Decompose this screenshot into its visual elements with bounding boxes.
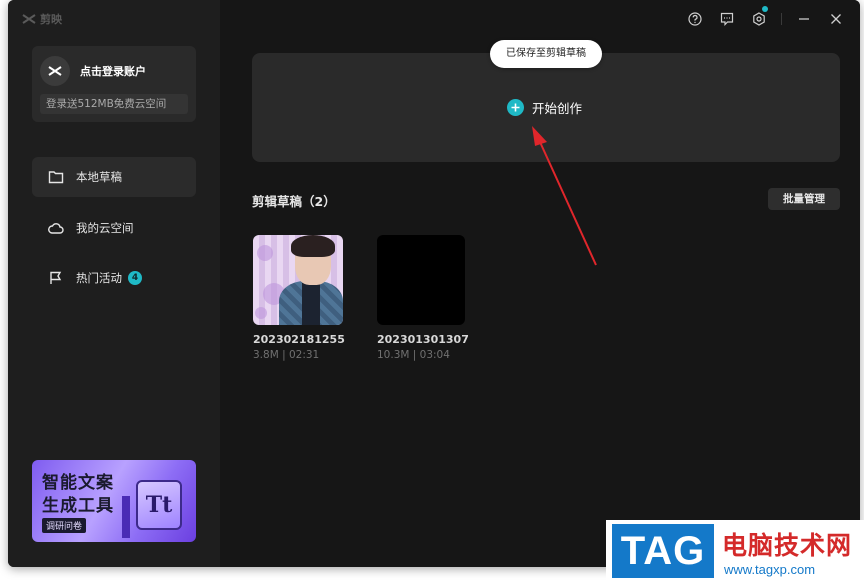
close-button[interactable] [820, 0, 852, 38]
batch-manage-button[interactable]: 批量管理 [768, 188, 840, 210]
minimize-button[interactable] [788, 0, 820, 38]
thumb-person-hair [291, 235, 335, 257]
main-panel: 开始创作 已保存至剪辑草稿 剪辑草稿（2） 批量管理 202302181255 … [220, 0, 860, 567]
draft-card[interactable]: 202302181255 3.8M | 02:31 [253, 235, 353, 361]
hot-events-badge: 4 [128, 271, 142, 285]
promo-line1: 智能文案 [42, 473, 114, 493]
settings-button[interactable] [743, 0, 775, 38]
help-icon [688, 12, 702, 26]
site-watermark: TAG 电脑技术网 www.tagxp.com [606, 520, 864, 582]
capcut-avatar-icon [48, 66, 62, 76]
plus-icon [507, 99, 524, 116]
watermark-url: www.tagxp.com [724, 562, 816, 577]
text-tool-icon: Tt [136, 480, 182, 530]
draft-thumbnail[interactable] [253, 235, 343, 325]
capcut-logo-icon [22, 14, 36, 24]
window-controls-divider [781, 13, 782, 25]
account-card[interactable]: 点击登录账户 登录送512MB免费云空间 [32, 46, 196, 122]
feedback-icon [720, 12, 734, 26]
window-controls [679, 0, 860, 38]
close-icon [831, 14, 841, 24]
promo-decor-bar [122, 496, 130, 538]
promo-banner[interactable]: 智能文案 生成工具 调研问卷 Tt [32, 460, 196, 542]
draft-name: 202302181255 [253, 333, 345, 346]
cloud-promo-button[interactable]: 登录送512MB免费云空间 [40, 94, 188, 114]
flag-icon [50, 271, 62, 284]
promo-line2: 生成工具 [42, 496, 114, 516]
draft-name: 202301301307 [377, 333, 469, 346]
brand-logo: 剪映 [22, 11, 62, 27]
start-creation-button[interactable]: 开始创作 [507, 98, 582, 117]
watermark-tag-logo: TAG [612, 524, 714, 578]
settings-notification-dot [762, 6, 768, 12]
watermark-site-name: 电脑技术网 [722, 531, 853, 560]
draft-thumbnail[interactable] [377, 235, 465, 325]
drafts-section-title: 剪辑草稿（2） [252, 194, 336, 209]
avatar[interactable] [40, 56, 70, 86]
thumb-decor [255, 307, 267, 319]
nav-local-drafts[interactable]: 本地草稿 [32, 157, 196, 197]
draft-meta: 3.8M | 02:31 [253, 349, 320, 361]
draft-meta: 10.3M | 03:04 [377, 349, 450, 361]
cloud-icon [48, 223, 64, 234]
nav-my-cloud[interactable]: 我的云空间 [32, 208, 196, 248]
login-account-link[interactable]: 点击登录账户 [80, 63, 146, 79]
nav-hot-events-label: 热门活动 [76, 271, 122, 285]
nav-my-cloud-label: 我的云空间 [76, 221, 134, 235]
nav-local-drafts-label: 本地草稿 [76, 170, 122, 184]
folder-icon [48, 171, 64, 184]
minimize-icon [799, 18, 809, 20]
sidebar: 剪映 点击登录账户 登录送512MB免费云空间 本地草稿 我的云空间 热门活动 … [8, 0, 220, 567]
brand-name: 剪映 [40, 13, 62, 26]
thumb-decor [257, 245, 273, 261]
start-creation-label: 开始创作 [532, 101, 583, 116]
gear-icon [753, 12, 765, 26]
nav-hot-events[interactable]: 热门活动 4 [32, 258, 196, 298]
help-button[interactable] [679, 0, 711, 38]
app-window: 剪映 点击登录账户 登录送512MB免费云空间 本地草稿 我的云空间 热门活动 … [8, 0, 860, 567]
thumb-person-shirt [302, 283, 320, 325]
promo-tag: 调研问卷 [42, 518, 87, 533]
draft-card[interactable]: 202301301307 10.3M | 03:04 [377, 235, 477, 361]
saved-toast: 已保存至剪辑草稿 [490, 40, 602, 68]
feedback-button[interactable] [711, 0, 743, 38]
start-creation-panel[interactable]: 开始创作 [252, 53, 840, 162]
